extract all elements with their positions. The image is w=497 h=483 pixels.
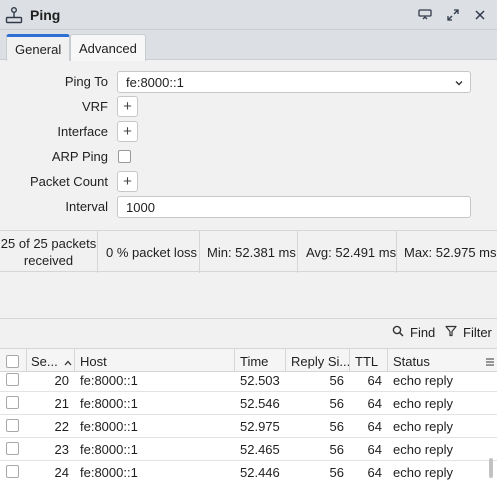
cell-ttl: 64 xyxy=(367,419,382,434)
cell-ttl: 64 xyxy=(367,465,382,480)
row-checkbox[interactable] xyxy=(6,442,19,455)
table-row[interactable]: 21 fe:8000::1 52.546 56 64 echo reply xyxy=(0,392,497,415)
interval-input[interactable]: 1000 xyxy=(117,196,471,218)
select-all-cell xyxy=(0,349,27,373)
column-header-reply-size[interactable]: Reply Si... xyxy=(286,349,350,373)
packet-count-label: Packet Count xyxy=(29,174,108,189)
table-scrollbar[interactable] xyxy=(489,458,493,478)
cell-status: echo reply xyxy=(393,373,453,388)
vrf-row: VRF + xyxy=(0,96,497,118)
interface-row: Interface + xyxy=(0,121,497,143)
packet-count-add-button[interactable]: + xyxy=(117,171,138,192)
tab-strip: General Advanced xyxy=(0,30,497,61)
packet-loss: 0 % packet loss xyxy=(97,231,199,273)
interval-label: Interval xyxy=(65,199,108,214)
cell-ttl: 64 xyxy=(367,373,382,388)
cell-host: fe:8000::1 xyxy=(80,442,138,457)
table-body: 20 fe:8000::1 52.503 56 64 echo reply 21… xyxy=(0,372,497,483)
vrf-label: VRF xyxy=(82,99,108,114)
cell-status: echo reply xyxy=(393,465,453,480)
row-checkbox[interactable] xyxy=(6,373,19,386)
column-header-status[interactable]: Status xyxy=(388,349,497,373)
table-row[interactable]: 24 fe:8000::1 52.446 56 64 echo reply xyxy=(0,461,497,483)
packets-received: 25 of 25 packets received xyxy=(0,236,97,268)
cell-time: 52.975 xyxy=(240,419,280,434)
tab-general[interactable]: General xyxy=(6,34,71,61)
column-header-ttl[interactable]: TTL xyxy=(350,349,388,373)
cell-seq: 21 xyxy=(54,396,69,411)
cell-ttl: 64 xyxy=(367,442,382,457)
close-icon[interactable] xyxy=(470,5,490,25)
cell-host: fe:8000::1 xyxy=(80,396,138,411)
cell-time: 52.465 xyxy=(240,442,280,457)
avg-latency: Avg: 52.491 ms xyxy=(297,231,396,273)
table-row[interactable]: 20 fe:8000::1 52.503 56 64 echo reply xyxy=(0,372,497,392)
ping-to-label: Ping To xyxy=(64,74,108,89)
select-all-checkbox[interactable] xyxy=(6,354,19,368)
joystick-icon xyxy=(4,5,24,25)
plus-icon: + xyxy=(123,123,132,140)
cell-seq: 20 xyxy=(54,373,69,388)
cell-host: fe:8000::1 xyxy=(80,373,138,388)
row-checkbox[interactable] xyxy=(6,396,19,409)
cell-seq: 22 xyxy=(54,419,69,434)
ping-to-select[interactable]: fe:8000::1 xyxy=(117,71,471,93)
table-header: Se... Host Time Reply Si... TTL Status xyxy=(0,348,497,373)
cell-reply-size: 56 xyxy=(329,373,344,388)
search-icon xyxy=(392,325,404,340)
find-button[interactable]: Find xyxy=(392,325,435,340)
chevron-down-icon xyxy=(454,76,464,91)
cell-status: echo reply xyxy=(393,396,453,411)
table-toolbar: Find Filter xyxy=(0,318,497,347)
cell-status: echo reply xyxy=(393,419,453,434)
cell-time: 52.503 xyxy=(240,373,280,388)
cell-time: 52.446 xyxy=(240,465,280,480)
arp-ping-label: ARP Ping xyxy=(51,149,108,164)
restore-window-icon[interactable] xyxy=(415,5,435,25)
interval-row: Interval 1000 xyxy=(0,196,497,218)
table-row[interactable]: 22 fe:8000::1 52.975 56 64 echo reply xyxy=(0,415,497,438)
cell-time: 52.546 xyxy=(240,396,280,411)
filter-button[interactable]: Filter xyxy=(445,325,492,340)
cell-status: echo reply xyxy=(393,442,453,457)
title-bar: Ping xyxy=(0,0,497,30)
window-title: Ping xyxy=(30,6,61,23)
stats-bar: 25 of 25 packets received 0 % packet los… xyxy=(0,230,497,273)
cell-ttl: 64 xyxy=(367,396,382,411)
packet-count-row: Packet Count + xyxy=(0,171,497,193)
sort-ascending-icon xyxy=(64,354,72,369)
plus-icon: + xyxy=(123,98,132,115)
cell-seq: 24 xyxy=(54,465,69,480)
interface-label: Interface xyxy=(57,124,108,139)
ping-to-row: Ping To fe:8000::1 xyxy=(0,71,497,93)
tab-advanced[interactable]: Advanced xyxy=(70,34,146,61)
plus-icon: + xyxy=(123,173,132,190)
filter-icon xyxy=(445,325,457,340)
cell-host: fe:8000::1 xyxy=(80,465,138,480)
max-latency: Max: 52.975 ms xyxy=(396,231,497,273)
find-label: Find xyxy=(410,325,436,340)
column-header-time[interactable]: Time xyxy=(235,349,286,373)
column-header-seq[interactable]: Se... xyxy=(27,349,75,373)
cell-host: fe:8000::1 xyxy=(80,419,138,434)
row-checkbox[interactable] xyxy=(6,419,19,432)
maximize-icon[interactable] xyxy=(443,5,463,25)
arp-ping-checkbox[interactable] xyxy=(118,150,131,163)
interface-add-button[interactable]: + xyxy=(117,121,138,142)
filter-label: Filter xyxy=(463,325,492,340)
min-latency: Min: 52.381 ms xyxy=(199,231,297,273)
ping-to-value: fe:8000::1 xyxy=(126,75,184,90)
cell-reply-size: 56 xyxy=(329,419,344,434)
vrf-add-button[interactable]: + xyxy=(117,96,138,117)
arp-ping-row: ARP Ping xyxy=(0,146,497,168)
cell-reply-size: 56 xyxy=(329,465,344,480)
cell-reply-size: 56 xyxy=(329,396,344,411)
cell-reply-size: 56 xyxy=(329,442,344,457)
column-header-host[interactable]: Host xyxy=(75,349,235,373)
cell-seq: 23 xyxy=(54,442,69,457)
row-checkbox[interactable] xyxy=(6,465,19,478)
table-row[interactable]: 23 fe:8000::1 52.465 56 64 echo reply xyxy=(0,438,497,461)
column-menu-icon[interactable] xyxy=(485,355,495,370)
